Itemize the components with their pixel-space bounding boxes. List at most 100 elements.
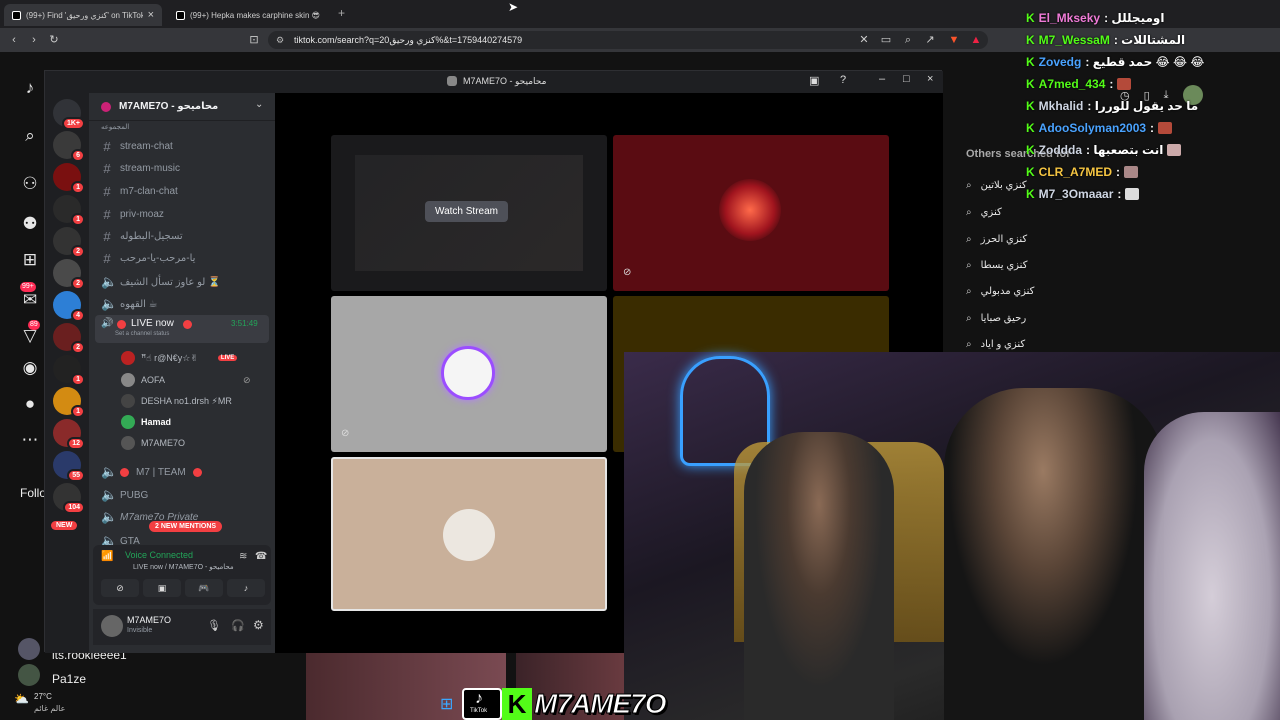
profile-icon[interactable]: ● <box>18 392 42 416</box>
new-mentions-pill[interactable]: 2 NEW MENTIONS <box>149 521 223 532</box>
server-icon[interactable]: 1 <box>53 387 85 418</box>
tiktok-favicon-icon <box>176 10 185 20</box>
channel-status: Set a channel status <box>115 331 170 337</box>
following-icon[interactable]: ⚇ <box>18 172 42 196</box>
avatar[interactable] <box>18 664 40 686</box>
new-badge: NEW <box>51 521 78 530</box>
voice-user[interactable]: M7AME7O <box>121 436 185 450</box>
voice-channel-pubg[interactable]: 🔈 PUBG <box>101 487 148 503</box>
avatar <box>121 351 135 365</box>
search-suggestion[interactable]: ⌕ كنزي يسطا <box>966 260 1027 271</box>
brave-rewards-icon[interactable]: ▲ <box>968 32 984 48</box>
user-tile[interactable]: ⊘ <box>613 135 889 291</box>
following-label: Follo <box>20 486 47 500</box>
user-pa1ze[interactable]: Pa1ze <box>52 672 86 686</box>
site-info-icon[interactable]: ⚙ <box>276 31 284 49</box>
disconnect-icon[interactable]: ☎ <box>255 551 267 562</box>
windows-start-icon[interactable]: ⊞ <box>440 694 453 714</box>
category-label[interactable]: المجموعه <box>101 123 129 131</box>
watch-stream-button[interactable]: Watch Stream <box>425 201 508 222</box>
voice-channel-team[interactable]: 🔈 M7 | TEAM <box>101 464 202 480</box>
reload-icon[interactable]: ↻ <box>46 32 62 48</box>
bookmark-icon[interactable]: ⊡ <box>246 32 262 48</box>
search-suggestion[interactable]: ⌕ كنزي مدبولي <box>966 286 1034 297</box>
voice-user[interactable]: Hamad <box>121 415 171 429</box>
new-tab-button[interactable]: + <box>338 6 345 20</box>
search-suggestion[interactable]: ⌕ كنزي <box>966 207 1002 218</box>
voice-user[interactable]: DESHA no1.drsh ⚡MR <box>121 394 232 408</box>
cast-icon[interactable]: ▭ <box>878 32 894 48</box>
voice-user[interactable]: ꟸ☝ r@N€y☆✌ LIVE <box>121 351 238 365</box>
microphone-icon[interactable]: 🎙 <box>207 619 221 632</box>
kick-icon: K <box>1026 33 1035 47</box>
server-icon[interactable]: 2 <box>53 323 85 354</box>
search-suggestion[interactable]: ⌕ كنزي الحرز <box>966 234 1027 245</box>
stream-tile[interactable]: Watch Stream <box>331 135 607 291</box>
hash-icon: # <box>103 161 111 176</box>
server-icon[interactable]: 12 <box>53 419 85 450</box>
friends-icon[interactable]: ⚉ <box>18 212 42 236</box>
server-icon[interactable]: 1 <box>53 195 85 226</box>
brave-shield-icon[interactable]: ▼ <box>946 32 962 48</box>
avatar[interactable] <box>18 638 40 660</box>
channel-priv-moaz[interactable]: # priv-moaz <box>101 207 164 222</box>
direct-messages-icon[interactable]: 1K+ <box>53 99 85 130</box>
help-icon[interactable]: ? <box>840 74 846 86</box>
back-arrow-icon[interactable]: ‹ <box>6 32 22 48</box>
server-icon[interactable]: 4 <box>53 291 85 322</box>
activity-button[interactable]: 🎮 <box>185 579 223 597</box>
camera-off-button[interactable]: ⊘ <box>101 579 139 597</box>
search-suggestion[interactable]: ⌕ كنزي بلاتين <box>966 180 1027 191</box>
inbox-icon[interactable]: ▣ <box>809 74 819 87</box>
channel-recording[interactable]: # تسجيل-البطوله <box>101 229 182 244</box>
avatar[interactable] <box>101 615 123 637</box>
close-icon[interactable]: × <box>927 73 933 85</box>
channel-stream-chat[interactable]: # stream-chat <box>101 139 172 154</box>
headphones-icon[interactable]: 🎧 <box>231 619 245 632</box>
server-icon[interactable]: 2 <box>53 259 85 290</box>
maximize-icon[interactable]: □ <box>903 73 910 85</box>
voice-user[interactable]: AOFA ⊘ <box>121 373 251 387</box>
discord-logo-icon <box>447 76 457 86</box>
user-tile[interactable]: ⊘ <box>331 296 607 452</box>
settings-gear-icon[interactable]: ⚙ <box>253 618 264 632</box>
tab-tiktok-search[interactable]: (99+) Find 'كنزي ورحيق' on TikTok × <box>4 4 162 26</box>
forward-arrow-icon[interactable]: › <box>26 32 42 48</box>
server-icon[interactable]: 2 <box>53 227 85 258</box>
upload-icon[interactable]: ⊞ <box>18 248 42 272</box>
search-icon[interactable]: ⌕ <box>18 124 42 148</box>
more-icon[interactable]: ⋯ <box>18 428 42 452</box>
voice-connected-label: Voice Connected <box>125 550 194 560</box>
live-timer: 3:51:49 <box>231 319 258 328</box>
server-icon[interactable]: 1 <box>53 355 85 386</box>
server-icon[interactable]: 6 <box>53 131 85 162</box>
emote-icon <box>1125 188 1140 200</box>
extension-icon[interactable]: ✕ <box>856 32 872 48</box>
server-header[interactable]: M7AME7O - محاميحو ⌄ <box>89 93 275 121</box>
server-icon[interactable]: 55 <box>53 451 85 482</box>
search-suggestion[interactable]: ⌕ كنزي و اياد <box>966 339 1025 350</box>
server-icon[interactable]: 104 <box>53 483 85 514</box>
server-icon[interactable]: 1 <box>53 163 85 194</box>
share-icon[interactable]: ↗ <box>922 32 938 48</box>
voice-channel[interactable]: 🔈 لو عاوز تسأل الشيف ⏳ <box>101 274 221 290</box>
minimize-icon[interactable]: – <box>879 73 885 85</box>
live-dot-icon <box>117 320 126 329</box>
live-channel[interactable]: 🔊 LIVE now 3:51:49 Set a channel status <box>95 315 269 343</box>
live-icon[interactable]: ◉ <box>18 356 42 380</box>
search-suggestion[interactable]: ⌕ رحيق صبايا <box>966 313 1026 324</box>
tab-hepka[interactable]: (99+) Hepka makes carphine skin 😎 | <box>168 4 328 26</box>
zoom-icon[interactable]: ⌕ <box>900 32 916 48</box>
channel-stream-music[interactable]: # stream-music <box>101 161 180 176</box>
tab-close-icon[interactable]: × <box>148 9 154 21</box>
voice-channel[interactable]: 🔈 القهوه ☕ <box>101 296 158 312</box>
channel-welcome[interactable]: # يا-مرحب-يا-مرحب <box>101 251 195 266</box>
screen-share-button[interactable]: ▣ <box>143 579 181 597</box>
soundboard-button[interactable]: ♪ <box>227 579 265 597</box>
activity-icon[interactable]: ▽ 89 <box>18 320 42 348</box>
user-tile[interactable] <box>331 457 607 611</box>
tiktok-logo-icon[interactable]: ♪ <box>18 76 42 100</box>
inbox-icon[interactable]: ✉ 99+ <box>18 282 42 312</box>
voice-waveform-icon[interactable]: ≋ <box>239 551 247 562</box>
channel-m7-clan-chat[interactable]: # m7-clan-chat <box>101 184 177 199</box>
